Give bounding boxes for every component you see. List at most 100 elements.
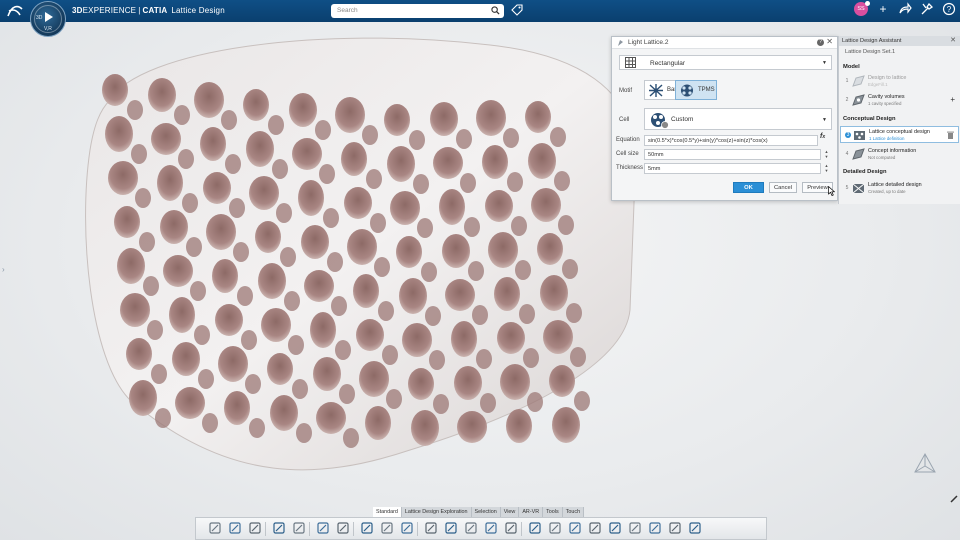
lattice-cell [425, 306, 441, 326]
search-input[interactable]: Search [331, 4, 504, 18]
paste-icon[interactable] [248, 521, 262, 535]
design-to-lattice-icon [852, 75, 865, 87]
component-icon[interactable] [628, 521, 642, 535]
copy-icon[interactable] [228, 521, 242, 535]
plane-icon[interactable] [464, 521, 478, 535]
line-icon[interactable] [444, 521, 458, 535]
lattice-type-dropdown[interactable]: Rectangular ▼ [619, 55, 832, 70]
ok-button[interactable]: OK [733, 182, 764, 193]
shell-icon[interactable] [548, 521, 562, 535]
lattice-cell [540, 275, 568, 311]
lattice-cell [480, 393, 496, 413]
axis-icon[interactable] [484, 521, 498, 535]
lattice-cell [366, 169, 382, 189]
zoom-icon[interactable] [292, 521, 306, 535]
lattice-cell [500, 364, 530, 400]
lattice-cell [335, 340, 351, 360]
tab-view[interactable]: View [500, 507, 520, 517]
lattice-cell [258, 263, 286, 299]
lattice-cell [552, 407, 580, 443]
assembly-icon[interactable] [668, 521, 682, 535]
cell-dropdown[interactable]: Custom ▼ [644, 108, 832, 130]
box-icon[interactable] [568, 521, 582, 535]
step-design-to-lattice[interactable]: 1 Design to lattice EdgeFill.1 [840, 73, 959, 90]
bbox-icon[interactable] [588, 521, 602, 535]
step-lattice-conceptual-design[interactable]: 3 Lattice conceptual design 1 Lattice de… [840, 126, 959, 143]
section-model: Model [843, 64, 860, 70]
thickness-label: Thickness [616, 165, 644, 171]
tab-ar-vr[interactable]: AR-VR [519, 507, 544, 517]
lattice-conceptual-icon [854, 131, 865, 140]
play-icon[interactable] [45, 12, 53, 22]
lattice-cell [494, 277, 520, 311]
tab-lattice-design-exploration[interactable]: Lattice Design Exploration [401, 507, 472, 517]
tab-tools[interactable]: Tools [543, 507, 563, 517]
lattice-cell [310, 312, 336, 348]
tab-touch[interactable]: Touch [562, 507, 585, 517]
tag-icon[interactable] [511, 4, 523, 16]
tab-selection[interactable]: Selection [471, 507, 501, 517]
group-icon[interactable] [648, 521, 662, 535]
tab-standard[interactable]: Standard [373, 507, 402, 517]
trash-icon[interactable] [947, 131, 954, 139]
lattice-cell [519, 304, 535, 324]
sketch-icon[interactable] [380, 521, 394, 535]
lattice-cell [331, 296, 347, 316]
help-icon[interactable]: ? [817, 39, 824, 46]
thickness-field[interactable]: 5mm [644, 163, 821, 174]
compass-icon[interactable]: 3D V,R [30, 1, 66, 37]
book-icon[interactable] [316, 521, 330, 535]
custom-cell-icon [651, 113, 669, 129]
formula-icon[interactable]: fx [820, 133, 832, 144]
tools-icon[interactable] [920, 2, 934, 16]
motif-label: Motif [619, 88, 633, 94]
lattice-cell [451, 321, 477, 357]
lattice-cell [570, 347, 586, 367]
point-icon[interactable] [424, 521, 438, 535]
lattice-cell [288, 335, 304, 355]
equation-field[interactable]: sin(0.5*x)*cos(0.5*y)+sin(y)*cos(z)+sin(… [644, 135, 818, 146]
step-concept-information[interactable]: 4 Concept information Not computed [840, 146, 959, 163]
share-icon[interactable] [898, 2, 912, 16]
dassault-logo-icon[interactable] [6, 3, 24, 19]
step-cavity-volumes[interactable]: 2 Cavity volumes 1 cavity specified + [840, 92, 959, 109]
light-lattice-dialog: Light Lattice.2 ? ✕ Rectangular ▼ Motif … [611, 36, 838, 201]
pen-icon[interactable] [950, 495, 958, 503]
cell-size-stepper[interactable]: ▲ ▼ [822, 149, 831, 160]
lattice-cell [454, 366, 482, 400]
compass-move-icon[interactable] [504, 521, 518, 535]
grid-cube-icon[interactable] [400, 521, 414, 535]
cell-size-field[interactable]: 50mm [644, 149, 821, 160]
avatar[interactable]: SS [854, 1, 870, 16]
lattice-model[interactable] [70, 30, 655, 490]
lattice-cell [315, 120, 331, 140]
lattice-cell [456, 129, 472, 149]
lattice-cell [237, 286, 253, 306]
view-triad-icon[interactable] [911, 452, 939, 476]
close-icon[interactable]: ✕ [826, 37, 833, 46]
lattice-cell [276, 203, 292, 223]
close-icon[interactable]: ✕ [950, 36, 956, 44]
lattice-cell [531, 188, 561, 222]
measure-icon[interactable] [528, 521, 542, 535]
lattice-cell [127, 100, 143, 120]
lattice-cell [148, 78, 176, 112]
lattice-icon[interactable] [360, 521, 374, 535]
expand-left-icon[interactable]: › [2, 265, 8, 275]
lattice-cell [182, 193, 198, 213]
search-icon[interactable] [491, 6, 500, 15]
step-lattice-detailed-design[interactable]: 5 Lattice detailed design Created, up to… [840, 180, 959, 197]
help-icon[interactable]: ? [942, 2, 956, 16]
lattice-cell [160, 210, 188, 244]
add-icon[interactable]: + [876, 2, 890, 16]
cancel-button[interactable]: Cancel [769, 182, 797, 193]
motif-tpms-button[interactable]: TPMS [675, 80, 717, 100]
thickness-stepper[interactable]: ▲ ▼ [822, 163, 831, 174]
cut-icon[interactable] [208, 521, 222, 535]
snap-icon[interactable] [336, 521, 350, 535]
lattice-cell [384, 104, 410, 136]
cube-icon[interactable] [688, 521, 702, 535]
undo-icon[interactable] [272, 521, 286, 535]
add-icon[interactable]: + [950, 95, 955, 104]
ruler-icon[interactable] [608, 521, 622, 535]
